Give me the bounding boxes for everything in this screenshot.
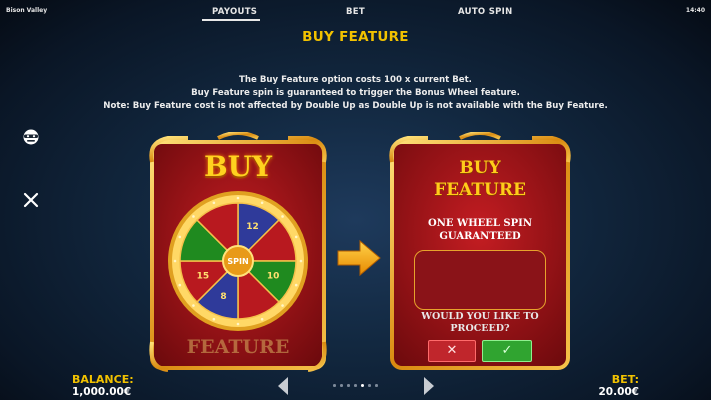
pager-dot[interactable] [375,384,378,387]
game-title: Bison Valley [6,7,48,14]
arrow-right-icon [334,238,384,278]
feature-title: FEATURE [186,336,290,358]
balance-value: 1,000.00€ [72,386,132,398]
active-tab-indicator [202,19,260,21]
page-title: BUY FEATURE [302,29,409,45]
wheel-bulb [173,259,177,263]
proceed-question-line-1: WOULD YOU LIKE TO [421,311,539,322]
buy-feature-confirm-dialog: BUY FEATURE ONE WHEEL SPIN GUARANTEED WO… [388,132,572,372]
chevron-right-icon[interactable] [422,376,436,396]
balance-label: BALANCE: [72,373,134,386]
wheel-spin-label: SPIN [227,257,248,266]
description-line-2: Buy Feature spin is guaranteed to trigge… [191,88,520,98]
one-wheel-spin-text: ONE WHEEL SPIN [428,218,532,229]
wheel-bulb [299,259,303,263]
wheel-segment-label: 12 [246,222,259,232]
wheel-bulb [212,317,216,321]
description-line-3: Note: Buy Feature cost is not affected b… [103,101,608,111]
wheel-bulb [294,235,298,239]
dialog-title-buy: BUY [459,158,501,178]
buy-feature-preview-card: BUY 12 10 15 8 SPIN FEATURE [148,132,328,372]
clock: 14:40 [685,7,705,14]
tab-payouts[interactable]: PAYOUTS [212,7,257,17]
tab-bet[interactable]: BET [346,7,365,17]
wheel-segment-label: 15 [197,272,210,282]
wheel-bulb [281,215,284,218]
wheel-bulb [178,283,182,287]
pager-dot[interactable] [333,384,336,387]
wheel-bulb [236,196,240,200]
tab-auto-spin[interactable]: AUTO SPIN [458,7,513,17]
mask-icon[interactable] [22,128,40,146]
cancel-button[interactable]: ✕ [428,340,476,362]
pager-dot[interactable] [368,384,371,387]
close-icon[interactable] [22,191,40,209]
guaranteed-text: GUARANTEED [439,231,521,242]
wheel-bulb [294,283,298,287]
dialog-title-feature: FEATURE [434,180,526,200]
pager-dot[interactable] [354,384,357,387]
wheel-bulb [281,304,284,307]
wheel-segment-label: 10 [267,272,280,282]
pager-dot[interactable] [340,384,343,387]
feature-price-box [414,250,546,310]
bet-value: 20.00€ [598,386,639,398]
chevron-left-icon[interactable] [276,376,290,396]
bet-label: BET: [611,373,639,386]
confirm-button[interactable]: ✓ [482,340,532,362]
pager-dot[interactable] [347,384,350,387]
top-bar: Bison Valley PAYOUTS BET AUTO SPIN 14:40 [0,0,711,21]
wheel-bulb [236,322,240,326]
wheel-bulb [212,201,216,205]
wheel-bulb [192,304,195,307]
description-line-1: The Buy Feature option costs 100 x curre… [239,75,472,85]
wheel-bulb [260,201,264,205]
proceed-question-line-2: PROCEED? [450,323,510,334]
pager-dot[interactable] [361,384,364,387]
wheel-bulb [192,215,195,218]
wheel-segment-label: 8 [220,292,226,302]
wheel-bulb [178,235,182,239]
wheel-bulb [260,317,264,321]
